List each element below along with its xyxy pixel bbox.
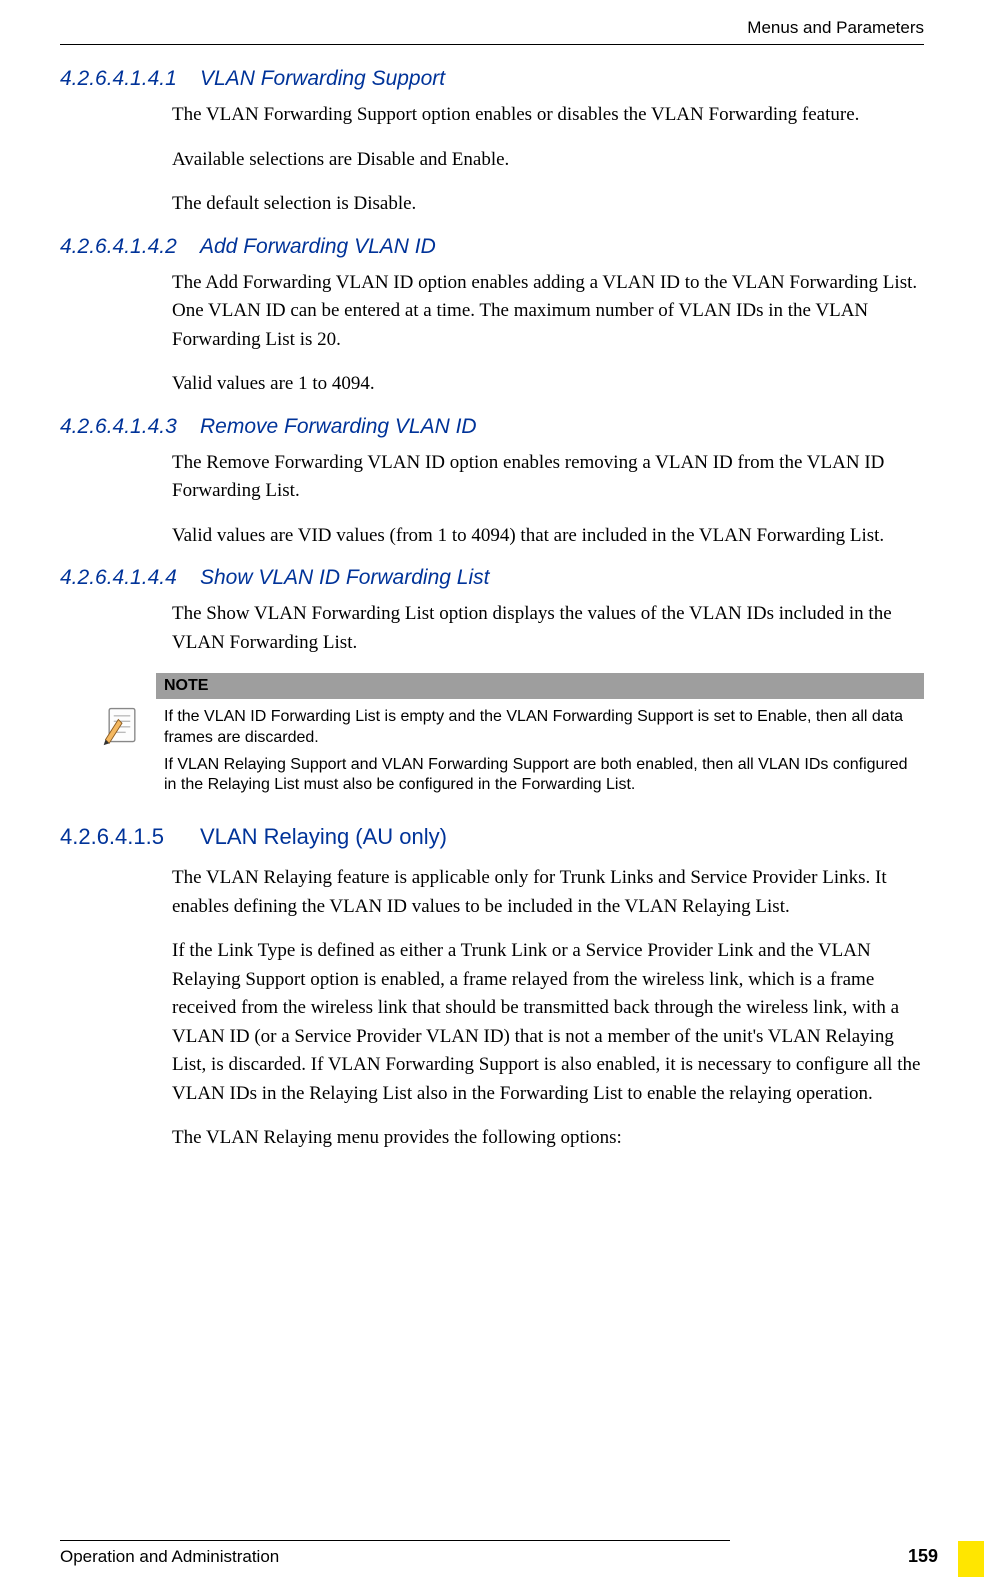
note-paragraph: If VLAN Relaying Support and VLAN Forwar…: [156, 753, 924, 801]
body-paragraph: The Remove Forwarding VLAN ID option ena…: [60, 449, 924, 506]
header-chapter: Menus and Parameters: [60, 18, 924, 44]
color-tab: [958, 1541, 984, 1577]
footer-left: Operation and Administration: [60, 1547, 984, 1567]
heading-4-2-6-4-1-4-3: 4.2.6.4.1.4.3Remove Forwarding VLAN ID: [60, 415, 924, 439]
note-icon: [100, 673, 156, 752]
body-paragraph: If the Link Type is defined as either a …: [60, 937, 924, 1108]
body-paragraph: The Show VLAN Forwarding List option dis…: [60, 600, 924, 657]
page-number: 159: [908, 1546, 938, 1567]
body-paragraph: Valid values are 1 to 4094.: [60, 370, 924, 399]
body-paragraph: The VLAN Relaying menu provides the foll…: [60, 1124, 924, 1153]
note-block: NOTE If the VLAN ID Forwarding List is e…: [60, 673, 924, 800]
body-paragraph: The VLAN Forwarding Support option enabl…: [60, 101, 924, 130]
note-paragraph: If the VLAN ID Forwarding List is empty …: [156, 699, 924, 753]
heading-title: Add Forwarding VLAN ID: [200, 235, 436, 258]
body-paragraph: Valid values are VID values (from 1 to 4…: [60, 522, 924, 551]
heading-title: VLAN Forwarding Support: [200, 67, 445, 90]
content-area: 4.2.6.4.1.4.1VLAN Forwarding Support The…: [60, 67, 924, 1153]
note-label: NOTE: [156, 673, 924, 699]
heading-number: 4.2.6.4.1.4.2: [60, 235, 200, 259]
body-paragraph: The VLAN Relaying feature is applicable …: [60, 864, 924, 921]
heading-4-2-6-4-1-4-2: 4.2.6.4.1.4.2Add Forwarding VLAN ID: [60, 235, 924, 259]
body-paragraph: The Add Forwarding VLAN ID option enable…: [60, 269, 924, 355]
heading-title: Show VLAN ID Forwarding List: [200, 566, 489, 589]
heading-title: VLAN Relaying (AU only): [200, 824, 447, 849]
heading-4-2-6-4-1-4-4: 4.2.6.4.1.4.4Show VLAN ID Forwarding Lis…: [60, 566, 924, 590]
heading-number: 4.2.6.4.1.4.3: [60, 415, 200, 439]
yellow-tab-icon: [958, 1541, 984, 1577]
heading-number: 4.2.6.4.1.4.1: [60, 67, 200, 91]
heading-number: 4.2.6.4.1.4.4: [60, 566, 200, 590]
body-paragraph: The default selection is Disable.: [60, 190, 924, 219]
footer-rule: [60, 1540, 730, 1541]
note-content: NOTE If the VLAN ID Forwarding List is e…: [156, 673, 924, 800]
heading-title: Remove Forwarding VLAN ID: [200, 415, 477, 438]
body-paragraph: Available selections are Disable and Ena…: [60, 146, 924, 175]
heading-4-2-6-4-1-5: 4.2.6.4.1.5VLAN Relaying (AU only): [60, 824, 924, 850]
heading-number: 4.2.6.4.1.5: [60, 824, 200, 850]
footer: Operation and Administration 159: [60, 1540, 984, 1567]
header-rule: [60, 44, 924, 45]
heading-4-2-6-4-1-4-1: 4.2.6.4.1.4.1VLAN Forwarding Support: [60, 67, 924, 91]
